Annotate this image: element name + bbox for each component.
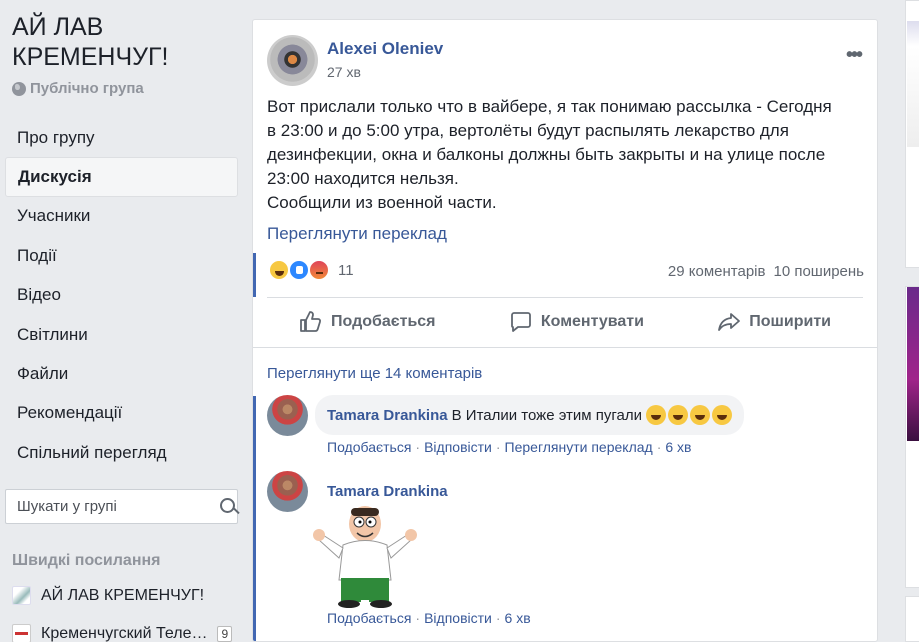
nav-item-about[interactable]: Про групу (5, 118, 238, 157)
post-text-line: Вот прислали только что в вайбере, я так… (267, 97, 832, 116)
like-button[interactable]: Подобається (299, 302, 436, 342)
reaction-bar: 11 29 коментарів 10 поширень (253, 253, 877, 297)
meta-separator: · (495, 439, 501, 455)
globe-icon (12, 81, 26, 96)
nav-item-discussion[interactable]: Дискусія (5, 157, 238, 197)
reaction-summary[interactable]: 11 (268, 259, 354, 281)
reaction-count: 11 (338, 261, 354, 279)
quick-link-item[interactable]: Кременчугский Теле… 9 (12, 624, 233, 642)
thumbs-up-icon (300, 311, 322, 332)
comment-time[interactable]: 6 хв (665, 439, 691, 455)
group-search (5, 489, 238, 524)
nav-item-files[interactable]: Файли (5, 354, 238, 393)
divider (267, 297, 863, 298)
like-label: Подобається (331, 313, 436, 330)
share-icon (718, 313, 741, 331)
channel-logo-icon (12, 624, 31, 642)
divider (253, 347, 877, 348)
nav-item-photos[interactable]: Світлини (5, 315, 238, 354)
group-title[interactable]: АЙ ЛАВ КРЕМЕНЧУГ! (12, 12, 242, 72)
comment-reply-link[interactable]: Відповісти (424, 610, 492, 626)
laughing-emoji-group (644, 405, 732, 425)
meta-separator: · (656, 439, 662, 455)
left-sidebar: АЙ ЛАВ КРЕМЕНЧУГ! Публічно група Про гру… (0, 0, 250, 642)
nav-item-recommendations[interactable]: Рекомендації (5, 394, 238, 433)
view-more-comments-link[interactable]: Переглянути ще 14 коментарів (267, 365, 482, 382)
author-avatar[interactable] (267, 35, 318, 86)
laughing-emoji-icon (690, 405, 710, 425)
meta-separator: · (495, 610, 501, 626)
comment-button[interactable]: Коментувати (509, 302, 644, 342)
share-label: Поширити (749, 313, 831, 330)
comment-meta: Подобається · Відповісти · 6 хв (327, 610, 531, 626)
search-icon[interactable] (216, 490, 237, 523)
group-nav: Про групу Дискусія Учасники Події Відео … (5, 118, 238, 473)
like-reaction-icon (288, 259, 310, 281)
post-author[interactable]: Alexei Oleniev (327, 39, 443, 59)
more-options-icon[interactable]: ••• (846, 44, 863, 67)
post-stats: 29 коментарів 10 поширень (668, 263, 864, 280)
card-image (907, 21, 919, 147)
see-translation-link[interactable]: Переглянути переклад (267, 224, 447, 244)
laughing-emoji-icon (646, 405, 666, 425)
comment-time[interactable]: 6 хв (505, 610, 531, 626)
comment-translate-link[interactable]: Переглянути переклад (505, 439, 653, 455)
right-column-card[interactable] (905, 0, 919, 268)
comment-like-link[interactable]: Подобається (327, 439, 411, 455)
share-button[interactable]: Поширити (717, 302, 831, 342)
comment-icon (510, 312, 531, 332)
right-column-card[interactable] (905, 286, 919, 588)
commenter-avatar[interactable] (267, 395, 308, 436)
comment-reply-link[interactable]: Відповісти (424, 439, 492, 455)
comments-count-link[interactable]: 29 коментарів (668, 263, 766, 280)
comment-bubble: Tamara Drankina В Италии тоже этим пугал… (315, 395, 744, 435)
comment-text: В Италии тоже этим пугали (451, 406, 642, 424)
post-text-line: 23:00 находится нельзя. (267, 169, 459, 188)
post-text-line: дезинфекции, окна и балконы должны быть … (267, 145, 826, 164)
angry-reaction-icon (308, 259, 330, 281)
right-column-card[interactable] (905, 596, 919, 642)
nav-item-events[interactable]: Події (5, 236, 238, 275)
group-logo-icon (12, 586, 31, 605)
meta-separator: · (415, 439, 421, 455)
post-text-line: Сообщили из военной части. (267, 193, 497, 212)
comment-meta: Подобається · Відповісти · Переглянути п… (327, 439, 692, 455)
post-text: Вот прислали только что в вайбере, я так… (267, 95, 867, 215)
comment-thread-line (253, 396, 256, 641)
meta-separator: · (415, 610, 421, 626)
sticker-image (313, 506, 417, 608)
post-actions: Подобається Коментувати Поширити (267, 302, 863, 342)
haha-reaction-icon (268, 259, 290, 281)
comment-author[interactable]: Tamara Drankina (327, 407, 448, 424)
comment-label: Коментувати (540, 313, 644, 330)
shares-count-link[interactable]: 10 поширень (773, 263, 864, 280)
quick-link-count-badge: 9 (217, 625, 233, 642)
laughing-emoji-icon (668, 405, 688, 425)
quick-links-title: Швидкі посилання (12, 552, 161, 569)
group-privacy-label: Публічно група (30, 80, 144, 97)
group-search-input[interactable] (6, 490, 216, 523)
comment-author[interactable]: Tamara Drankina (327, 483, 448, 500)
quick-link-label: Кременчугский Теле… (41, 624, 208, 642)
nav-item-videos[interactable]: Відео (5, 276, 238, 315)
group-privacy: Публічно група (12, 80, 144, 97)
commenter-avatar[interactable] (267, 471, 308, 512)
card-image (907, 287, 919, 441)
nav-item-watch-party[interactable]: Спільний перегляд (5, 433, 238, 472)
laughing-emoji-icon (712, 405, 732, 425)
comment-like-link[interactable]: Подобається (327, 610, 411, 626)
quick-link-item[interactable]: АЙ ЛАВ КРЕМЕНЧУГ! (12, 586, 204, 605)
quick-link-label: АЙ ЛАВ КРЕМЕНЧУГ! (41, 586, 205, 604)
post-text-line: в 23:00 и до 5:00 утра, вертолёты будут … (267, 121, 789, 140)
post-card: Alexei Oleniev 27 хв ••• Вот прислали то… (252, 19, 878, 642)
post-timestamp[interactable]: 27 хв (327, 64, 361, 80)
nav-item-members[interactable]: Учасники (5, 197, 238, 236)
